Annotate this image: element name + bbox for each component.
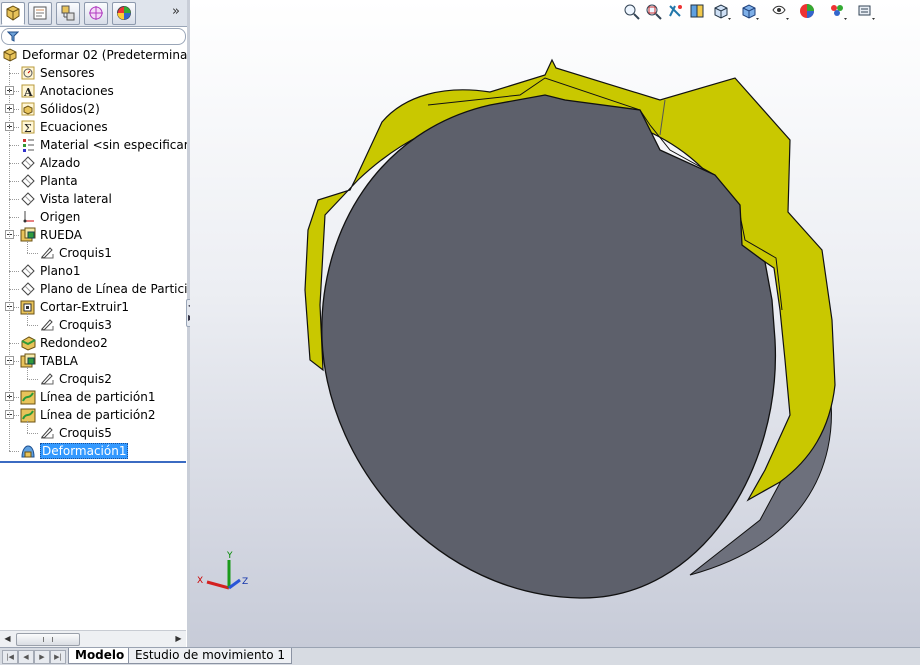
cut-extrude-icon <box>20 299 36 315</box>
tab-model[interactable]: Modelo <box>68 648 132 664</box>
tree-node-label: Línea de partición1 <box>40 390 156 404</box>
feature-manager-panel: » Deformar 02 (Predeterminado< Sensores A A… <box>0 0 212 648</box>
sensors-icon <box>20 65 36 81</box>
tree-node-label: Croquis2 <box>59 372 112 386</box>
fillet-icon <box>20 335 36 351</box>
configuration-manager-icon <box>61 5 75 21</box>
sketch-icon <box>39 245 55 261</box>
tree-node-label: Croquis3 <box>59 318 112 332</box>
svg-text:A: A <box>23 86 33 99</box>
model-view[interactable] <box>190 0 920 647</box>
sketch-icon <box>39 425 55 441</box>
coordinate-triad: X Y Z <box>197 551 248 590</box>
next-tab-button[interactable]: ▶ <box>34 650 50 664</box>
tree-node-label: Planta <box>40 174 78 188</box>
tree-node[interactable]: Plano1 <box>0 262 186 280</box>
plane-icon <box>20 281 36 297</box>
tree-node-label: Ecuaciones <box>40 120 108 134</box>
svg-text:Σ: Σ <box>24 122 32 135</box>
more-tabs-button[interactable]: » <box>169 4 183 20</box>
feature-manager-tree-icon <box>6 5 20 21</box>
display-manager-icon <box>117 6 131 20</box>
tree-node-label: RUEDA <box>40 228 82 242</box>
tab-dimxpert-manager[interactable] <box>84 2 108 25</box>
triad-y-label: Y <box>226 551 233 561</box>
part-icon <box>2 47 18 63</box>
tree-node-label: Origen <box>40 210 81 224</box>
origin-icon <box>20 209 36 225</box>
prev-tab-button[interactable]: ◀ <box>18 650 34 664</box>
tree-node[interactable]: Alzado <box>0 154 186 172</box>
tree-node[interactable]: Sensores <box>0 64 186 82</box>
tree-node-label: Material <sin especificar> <box>40 138 199 152</box>
annotations-icon: A <box>20 83 36 99</box>
tree-node[interactable]: Redondeo2 <box>0 334 186 352</box>
sketch-icon <box>39 371 55 387</box>
tree-node-label: Deformar 02 (Predeterminado< <box>22 48 213 62</box>
bottom-tab-bar: |◀ ◀ ▶ ▶| Modelo Estudio de movimiento 1 <box>0 647 920 665</box>
feature-tree: Deformar 02 (Predeterminado< Sensores A Ano… <box>0 46 212 466</box>
tree-node-label: Croquis5 <box>59 426 112 440</box>
plane-icon <box>20 173 36 189</box>
sketch-icon <box>39 317 55 333</box>
tree-node-label: Croquis1 <box>59 246 112 260</box>
tree-node[interactable]: Deformación1 <box>0 442 186 460</box>
solid-bodies-icon <box>20 101 36 117</box>
tree-node-label: Plano de Línea de Partición <box>40 282 203 296</box>
tree-node[interactable]: Origen <box>0 208 186 226</box>
equations-icon: Σ <box>20 119 36 135</box>
tree-node-label: Sensores <box>40 66 95 80</box>
tree-node-label: Anotaciones <box>40 84 114 98</box>
tree-node-label: Plano1 <box>40 264 81 278</box>
tree-node[interactable]: Planta <box>0 172 186 190</box>
scroll-right-button[interactable]: ▶ <box>171 632 186 646</box>
tree-node-label: Cortar-Extruir1 <box>40 300 130 314</box>
dimxpert-manager-icon <box>89 6 103 20</box>
triad-z-label: Z <box>242 577 248 587</box>
property-manager-icon <box>33 6 47 20</box>
tree-node-label: Redondeo2 <box>40 336 108 350</box>
tree-node[interactable]: Sólidos(2) <box>0 100 186 118</box>
tree-node-label: Alzado <box>40 156 81 170</box>
split-line-icon <box>20 389 36 405</box>
scroll-left-button[interactable]: ◀ <box>0 632 15 646</box>
triad-x-label: X <box>197 576 203 586</box>
graphics-area[interactable]: X Y Z <box>190 0 920 647</box>
tab-configuration-manager[interactable] <box>56 2 80 25</box>
plane-icon <box>20 191 36 207</box>
tree-node[interactable]: Deformar 02 (Predeterminado< <box>0 46 212 64</box>
manager-tab-bar: » <box>0 0 187 27</box>
tree-node-label: TABLA <box>40 354 79 368</box>
tree-node-label: Deformación1 <box>40 443 129 459</box>
horizontal-scrollbar[interactable]: ◀ ▶ <box>0 630 186 648</box>
plane-icon <box>20 263 36 279</box>
rollback-bar[interactable] <box>0 461 186 463</box>
tab-feature-manager[interactable] <box>1 2 25 25</box>
tab-display-manager[interactable] <box>112 2 136 25</box>
first-tab-button[interactable]: |◀ <box>2 650 18 664</box>
extrude-icon <box>20 353 36 369</box>
extrude-icon <box>20 227 36 243</box>
tree-node[interactable]: Vista lateral <box>0 190 186 208</box>
filter-icon <box>7 31 19 42</box>
tab-property-manager[interactable] <box>28 2 52 25</box>
plane-icon <box>20 155 36 171</box>
last-tab-button[interactable]: ▶| <box>50 650 66 664</box>
tree-node[interactable]: Línea de partición1 <box>0 388 186 406</box>
tree-node[interactable]: Material <sin especificar> <box>0 136 199 154</box>
tree-node-label: Sólidos(2) <box>40 102 100 116</box>
tab-motion-study-1[interactable]: Estudio de movimiento 1 <box>128 648 293 664</box>
deform-icon <box>20 443 36 459</box>
split-line-icon <box>20 407 36 423</box>
material-icon <box>20 137 36 153</box>
tree-filter-field[interactable] <box>1 28 186 45</box>
tree-node-label: Vista lateral <box>40 192 112 206</box>
tree-node[interactable]: A Anotaciones <box>0 82 186 100</box>
tree-node-label: Línea de partición2 <box>40 408 156 422</box>
scroll-thumb[interactable] <box>16 633 80 646</box>
tree-node[interactable]: Plano de Línea de Partición <box>0 280 202 298</box>
tree-node[interactable]: Σ Ecuaciones <box>0 118 186 136</box>
